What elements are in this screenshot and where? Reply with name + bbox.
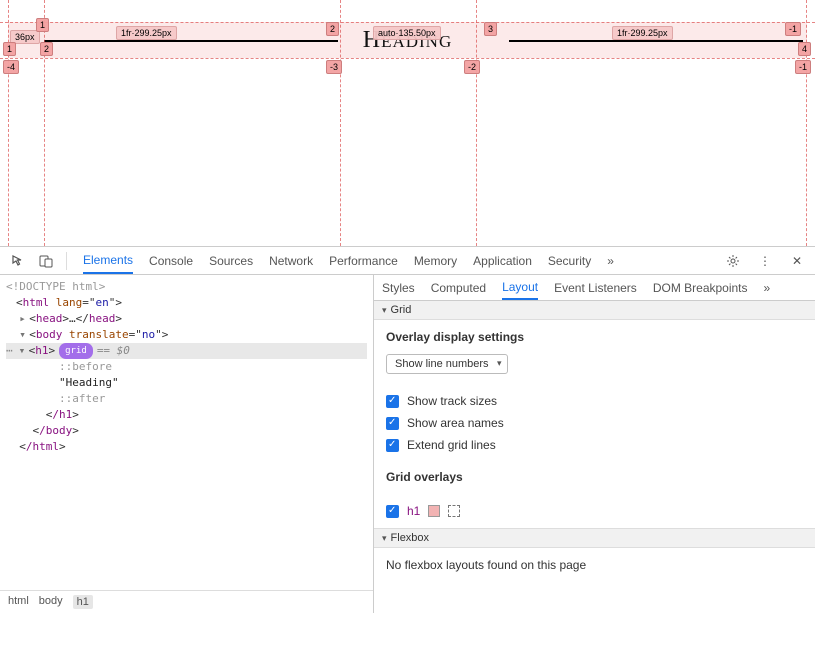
track-size-track1: 1fr·299.25px [116,26,177,40]
gear-icon[interactable] [721,249,745,273]
stab-computed[interactable]: Computed [431,275,486,300]
heading-rule-left [44,40,338,42]
tab-security[interactable]: Security [548,247,591,274]
dom-pane: <!DOCTYPE html> <html lang="en"> ▸<head>… [0,275,374,613]
grid-line-v2 [44,0,45,246]
grid-line-v4 [476,0,477,246]
line-num-neg1-top: -1 [785,22,801,36]
grid-overlays-title: Grid overlays [386,470,803,484]
overlay-item-h1[interactable]: h1 [407,504,420,518]
section-flexbox-header[interactable]: ▾Flexbox [374,528,815,548]
tab-application[interactable]: Application [473,247,532,274]
crumb-body[interactable]: body [39,595,63,609]
chk-area-names[interactable] [386,417,399,430]
chk-extend-lines[interactable] [386,439,399,452]
line-num-2: 2 [326,22,339,36]
devtools-toolbar: Elements Console Sources Network Perform… [0,247,815,275]
tab-memory[interactable]: Memory [414,247,457,274]
stab-layout[interactable]: Layout [502,275,538,300]
flexbox-empty-message: No flexbox layouts found on this page [374,548,815,582]
section-grid-header[interactable]: ▾Grid [374,301,815,320]
chk-track-sizes[interactable] [386,395,399,408]
crumb-h1[interactable]: h1 [73,595,93,609]
kebab-icon[interactable]: ⋮ [753,249,777,273]
dom-tree[interactable]: <!DOCTYPE html> <html lang="en"> ▸<head>… [0,275,373,590]
inspect-icon[interactable] [6,249,30,273]
line-numbers-select[interactable]: Show line numbers [386,354,508,374]
chk-overlay-h1[interactable] [386,505,399,518]
line-num-neg3: -3 [326,60,342,74]
color-swatch[interactable] [428,505,440,517]
overlay-settings-title: Overlay display settings [386,330,803,344]
selected-node-h1[interactable]: ⋯ ▾<h1>grid== $0 [6,343,367,359]
device-toggle-icon[interactable] [34,249,58,273]
grid-line-v1 [8,0,9,246]
tab-performance[interactable]: Performance [329,247,398,274]
line-num-3: 3 [484,22,497,36]
crumb-html[interactable]: html [8,595,29,609]
stab-dom-breakpoints[interactable]: DOM Breakpoints [653,275,748,300]
grid-line-v3 [340,0,341,246]
line-num-row2: 2 [40,42,53,56]
stab-styles[interactable]: Styles [382,275,415,300]
grid-badge[interactable]: grid [59,343,93,359]
grid-line-h1 [0,22,815,23]
devtools-panel: Elements Console Sources Network Perform… [0,246,815,613]
track-size-track2: auto·135.50px [373,26,441,40]
tab-sources[interactable]: Sources [209,247,253,274]
stab-overflow-icon[interactable]: » [764,275,771,300]
tab-network[interactable]: Network [269,247,313,274]
tab-console[interactable]: Console [149,247,193,274]
heading-rule-right [509,40,803,42]
doctype-node: <!DOCTYPE html> [6,280,105,293]
line-num-neg4: -4 [3,60,19,74]
grid-line-v5 [806,0,807,246]
stab-event-listeners[interactable]: Event Listeners [554,275,637,300]
grid-line-h2 [0,58,815,59]
line-num-row1: 1 [3,42,16,56]
tab-elements[interactable]: Elements [83,247,133,274]
line-num-neg2: -2 [464,60,480,74]
breadcrumb: html body h1 [0,590,373,613]
line-num-1: 1 [36,18,49,32]
rendered-page: Heading 36px 1fr·299.25px auto·135.50px … [0,0,815,246]
line-num-neg1-bot: -1 [795,60,811,74]
track-size-track3: 1fr·299.25px [612,26,673,40]
styles-pane: Styles Computed Layout Event Listeners D… [374,275,815,613]
close-icon[interactable]: ✕ [785,249,809,273]
tab-overflow-icon[interactable]: » [607,247,614,274]
line-num-4: 4 [798,42,811,56]
dashed-swatch-icon[interactable] [448,505,460,517]
